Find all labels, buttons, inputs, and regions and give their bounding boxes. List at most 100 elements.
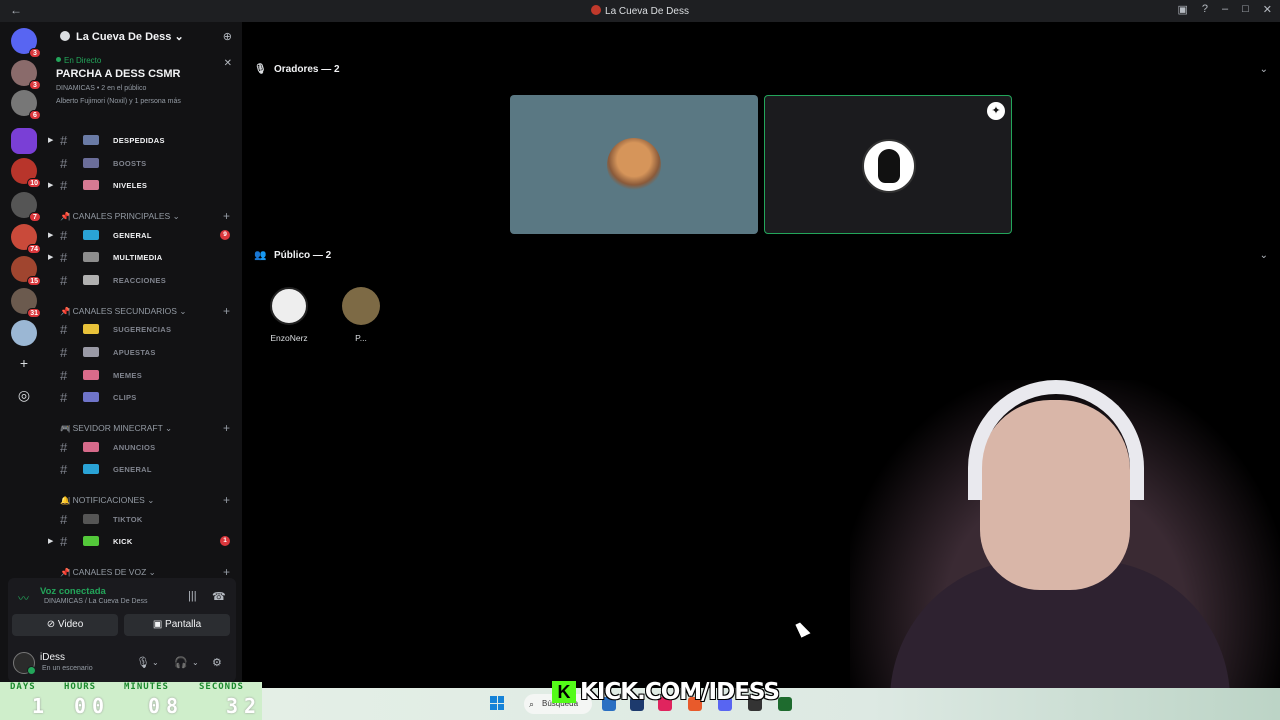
category-label: | CANALES SECUNDARIOS [68, 306, 177, 316]
expand-arrow-icon: ▶ [48, 232, 54, 239]
avatar [270, 287, 308, 325]
channel-emoji-icon [83, 135, 99, 145]
soundboard-icon[interactable]: ||| [188, 590, 197, 602]
category-minecraft[interactable]: 🎮| SEVIDOR MINECRAFT ⌄ + [60, 421, 230, 435]
close-icon[interactable]: ✕ [224, 58, 232, 69]
timer-label: MINUTES [124, 682, 169, 692]
channel-general-mc[interactable]: # GENERAL [48, 460, 242, 478]
microphone-icon[interactable]: 🎙 [136, 656, 150, 669]
gear-icon[interactable]: ⚙ [212, 656, 222, 669]
avatar [607, 138, 661, 192]
avatar [862, 139, 916, 193]
minimize-icon[interactable]: – [1222, 3, 1228, 16]
server-icon[interactable]: 3 [11, 60, 41, 90]
channel-emoji-icon [83, 536, 99, 546]
server-icon[interactable]: 15 [11, 256, 41, 286]
channel-clips[interactable]: # CLIPS [48, 388, 242, 406]
expand-arrow-icon: ▶ [48, 137, 54, 144]
avatar[interactable] [13, 652, 36, 675]
live-stage-card[interactable]: En Directo PARCHA A DESS CSMR DINAMICAS … [56, 56, 236, 122]
timer-label: DAYS [10, 682, 36, 692]
channel-tiktok[interactable]: # TIKTOK [48, 510, 242, 528]
category-voz[interactable]: 📌| CANALES DE VOZ ⌄ + [60, 565, 230, 579]
close-window-icon[interactable]: ✕ [1263, 3, 1272, 16]
channel-apuestas[interactable]: # APUESTAS [48, 343, 242, 361]
channel-multimedia[interactable]: ▶ # MULTIMEDIA [48, 248, 242, 266]
audience-member[interactable]: P... [331, 287, 391, 343]
hash-icon: # [60, 439, 68, 455]
server-icon[interactable]: 74 [11, 224, 41, 254]
video-button[interactable]: ⊘ Video [12, 614, 118, 636]
chevron-down-icon[interactable]: ⌄ [152, 658, 159, 667]
timer-value: 08 [148, 694, 185, 718]
headphones-icon[interactable]: 🎧 [174, 656, 188, 669]
mention-badge: 1 [220, 536, 230, 546]
stage-meta: DINAMICAS • 2 en el público [56, 85, 147, 92]
channel-emoji-icon [83, 324, 99, 334]
hash-icon: # [60, 272, 68, 288]
category-notificaciones[interactable]: 🔔| NOTIFICACIONES ⌄ + [60, 493, 230, 507]
taskbar-app-icon[interactable] [778, 697, 792, 711]
add-channel-icon[interactable]: + [223, 565, 230, 579]
search-icon: ⌕ [529, 699, 535, 709]
server-icon[interactable] [11, 320, 37, 346]
maximize-icon[interactable]: □ [1242, 3, 1249, 16]
chevron-down-icon[interactable]: ⌄ [1260, 64, 1268, 75]
add-channel-icon[interactable]: + [223, 304, 230, 318]
channel-emoji-icon [83, 252, 99, 262]
invite-icon[interactable]: ⊕ [223, 30, 232, 43]
rail-badge: 15 [27, 276, 41, 286]
channel-reacciones[interactable]: # REACCIONES [48, 271, 242, 289]
speaker-tile[interactable] [510, 95, 758, 234]
timer-label: SECONDS [199, 682, 244, 692]
audience-name: EnzoNerz [270, 333, 308, 343]
channel-label: APUESTAS [113, 347, 156, 357]
screen-share-button[interactable]: ▣ Pantalla [124, 614, 230, 636]
people-icon: 👥 [254, 250, 267, 261]
disconnect-icon[interactable]: ☎ [212, 590, 226, 603]
add-server-icon[interactable]: + [13, 352, 35, 374]
channel-label: MEMES [113, 370, 143, 380]
channel-label: ANUNCIOS [113, 442, 156, 452]
speaker-tile-active[interactable]: ✦ [764, 95, 1012, 234]
server-icon[interactable]: 6 [11, 90, 41, 120]
channel-despedidas[interactable]: ▶ # DESPEDIDAS [48, 131, 242, 149]
channel-general[interactable]: ▶ # GENERAL 9 [48, 226, 242, 244]
channel-kick[interactable]: ▶ # KICK 1 [48, 532, 242, 550]
channel-niveles[interactable]: ▶ # NIVELES [48, 176, 242, 194]
add-channel-icon[interactable]: + [223, 421, 230, 435]
server-name: La Cueva De Dess [76, 31, 172, 43]
server-icon-active[interactable] [11, 128, 37, 154]
chevron-down-icon[interactable]: ⌄ [192, 658, 199, 667]
category-secundarios[interactable]: 📌| CANALES SECUNDARIOS ⌄ + [60, 304, 230, 318]
channel-boosts[interactable]: # BOOSTS [48, 154, 242, 172]
chevron-down-icon[interactable]: ⌄ [1260, 250, 1268, 261]
category-principales[interactable]: 📌| CANALES PRINCIPALES ⌄ + [60, 209, 230, 223]
server-logo-icon [591, 5, 602, 15]
help-icon[interactable]: ? [1202, 3, 1208, 16]
channel-sugerencias[interactable]: # SUGERENCIAS [48, 320, 242, 338]
server-icon[interactable]: 10 [11, 158, 41, 188]
windows-start-icon[interactable] [490, 696, 504, 710]
add-channel-icon[interactable]: + [223, 493, 230, 507]
audience-member[interactable]: EnzoNerz [259, 287, 319, 343]
category-label: | CANALES DE VOZ [68, 567, 147, 577]
inbox-icon[interactable]: ▣ [1177, 3, 1187, 16]
channel-anuncios[interactable]: # ANUNCIOS [48, 438, 242, 456]
explore-icon[interactable]: ◎ [13, 384, 35, 406]
server-icon[interactable]: 31 [11, 288, 41, 318]
timer-value: 1 [32, 694, 51, 718]
channel-memes[interactable]: # MEMES [48, 366, 242, 384]
rail-badge: 3 [29, 80, 41, 90]
signal-icon[interactable]: 〰 [18, 590, 29, 606]
bell-icon: 🔔 [60, 496, 70, 505]
server-header[interactable]: La Cueva De Dess ⌄ [60, 30, 184, 43]
direct-messages-icon[interactable]: 3 [11, 28, 41, 58]
voice-status[interactable]: Voz conectada [40, 586, 106, 597]
voice-channel[interactable]: DINAMICAS / La Cueva De Dess [44, 598, 147, 605]
rail-badge: 6 [29, 110, 41, 120]
add-channel-icon[interactable]: + [223, 209, 230, 223]
category-label: | SEVIDOR MINECRAFT [68, 423, 163, 433]
server-icon[interactable]: 7 [11, 192, 41, 222]
video-off-icon: ⊘ [46, 619, 58, 630]
